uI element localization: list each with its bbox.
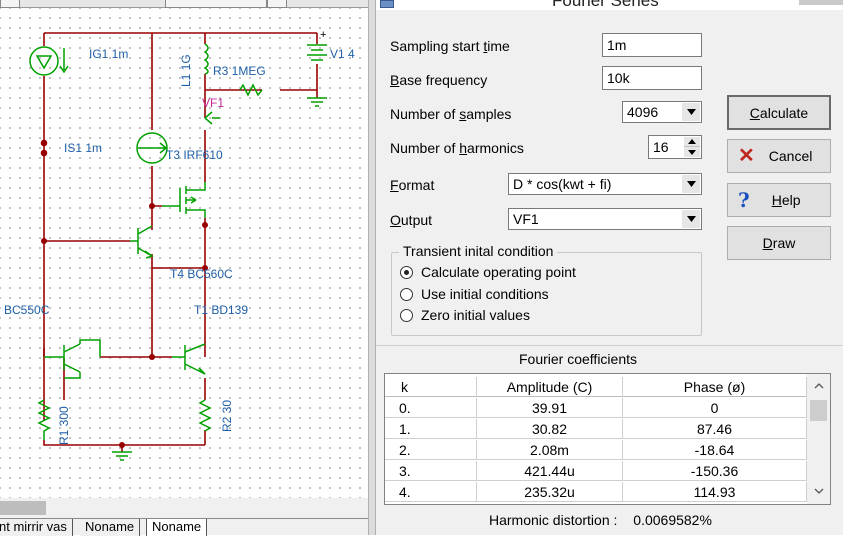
cell-amplitude: 30.82 [477,419,623,439]
column-header-k[interactable]: k [385,377,477,397]
scrollbar-thumb[interactable] [0,501,46,515]
chevron-down-icon[interactable] [682,103,700,121]
table-row[interactable]: 2. 2.08m -18.64 [385,440,807,460]
help-question-icon: ? [738,188,750,212]
output-select[interactable]: VF1 [508,208,702,230]
help-button[interactable]: ? Help [727,183,831,217]
chevron-down-icon[interactable] [682,175,700,193]
number-of-samples-label: Number of samples [390,106,512,122]
label-r2: R2 30 [220,399,234,432]
number-of-harmonics-stepper[interactable]: 16 [648,135,702,159]
harmonic-distortion-readout: Harmonic distortion : 0.0069582% [489,512,712,528]
table-row[interactable]: 0. 39.91 0 [385,398,807,418]
pane-splitter[interactable] [368,0,376,535]
cell-amplitude: 39.91 [477,398,623,418]
fourier-coefficients-table[interactable]: k Amplitude (C) Phase (ø) 0. 39.91 0 1. … [384,373,831,505]
number-of-samples-select[interactable]: 4096 [622,101,702,123]
cell-phase: -150.36 [623,461,807,481]
radio-zero-initial-values[interactable]: Zero initial values [400,305,530,325]
radio-calculate-operating-point[interactable]: Calculate operating point [400,262,576,282]
spin-up-icon[interactable] [684,137,700,147]
harmonic-distortion-value: 0.0069582% [633,512,712,528]
tab-noname-1[interactable]: Noname [80,519,141,536]
cell-phase: 0 [623,398,807,418]
cell-k: 4. [385,482,477,502]
label-bc550c: BC550C [4,303,50,317]
radio-use-initial-conditions[interactable]: Use initial conditions [400,284,549,304]
label-r1: R1 300 [57,406,71,445]
cell-phase: 87.46 [623,419,807,439]
table-vertical-scrollbar[interactable] [807,374,830,504]
transient-group-title: Transient inital condition [399,243,558,259]
cell-k: 3. [385,461,477,481]
output-label: Output [390,212,433,228]
scroll-up-icon[interactable] [807,377,830,395]
sampling-start-time-label: Sampling start time [390,38,510,54]
dialog-title-bar[interactable]: Fourier Series [376,0,843,10]
scroll-down-icon[interactable] [807,482,830,500]
chevron-down-icon[interactable] [682,210,700,228]
svg-text:+: + [320,29,326,41]
dialog-title: Fourier Series [552,0,659,10]
cell-k: 0. [385,398,477,418]
tab-nt-mirrir-vas[interactable]: nt mirrir vas [0,519,73,536]
radio-icon[interactable] [400,308,413,322]
label-is1: IS1 1m [64,141,103,155]
scrollbar-thumb[interactable] [810,400,827,421]
label-v1: V1 4 [330,47,355,61]
cell-amplitude: 235.32u [477,482,623,502]
format-label: Format [390,177,435,193]
radio-selected-icon[interactable] [400,265,413,279]
close-button[interactable] [799,0,843,5]
radio-icon[interactable] [400,287,413,301]
document-tab-bar: nt mirrir vas Noname Noname [0,518,368,536]
table-row[interactable]: 4. 235.32u 114.93 [385,482,807,502]
table-row[interactable]: 1. 30.82 87.46 [385,419,807,439]
cell-amplitude: 421.44u [477,461,623,481]
schematic-horizontal-scrollbar[interactable] [0,498,368,518]
cell-phase: -18.64 [623,440,807,460]
cell-phase: 114.93 [623,482,807,502]
fourier-coefficients-title: Fourier coefficients [518,351,637,367]
base-frequency-label: Base frequency [390,72,488,88]
fourier-series-dialog: Fourier Series Sampling start time 1m Ba… [376,0,843,535]
window-icon [380,0,394,8]
cell-k: 1. [385,419,477,439]
calculate-button[interactable]: Calculate [727,95,831,130]
format-select[interactable]: D * cos(kwt + fi) [508,173,702,195]
cancel-x-icon: ✕ [738,145,755,167]
table-row[interactable]: 3. 421.44u -150.36 [385,461,807,481]
spin-down-icon[interactable] [684,147,700,157]
cancel-button[interactable]: ✕ Cancel [727,139,831,173]
column-header-amplitude[interactable]: Amplitude (C) [477,377,623,397]
table-header: k Amplitude (C) Phase (ø) [385,377,807,397]
schematic-canvas[interactable]: + IG1 1m L1 1G R3 1MEG V1 4 VF1 IS1 1m T… [0,0,368,536]
number-of-harmonics-label: Number of harmonics [390,140,524,156]
tab-noname-2[interactable]: Noname [146,519,208,536]
label-vf1: VF1 [202,96,225,110]
column-header-phase[interactable]: Phase (ø) [623,377,807,397]
label-t1: T1 BD139 [194,303,249,317]
label-r3: R3 1MEG [213,64,266,78]
sampling-start-time-input[interactable]: 1m [602,33,702,57]
label-t4: T4 BC560C [170,267,233,281]
base-frequency-input[interactable]: 10k [602,66,702,90]
section-divider [376,345,843,346]
draw-button[interactable]: Draw [727,226,831,260]
label-ig1: IG1 1m [89,47,129,61]
cell-amplitude: 2.08m [477,440,623,460]
label-t3: T3 IRF610 [166,148,223,162]
harmonic-distortion-label: Harmonic distortion : [489,512,618,528]
label-l1: L1 1G [179,54,193,87]
cell-k: 2. [385,440,477,460]
